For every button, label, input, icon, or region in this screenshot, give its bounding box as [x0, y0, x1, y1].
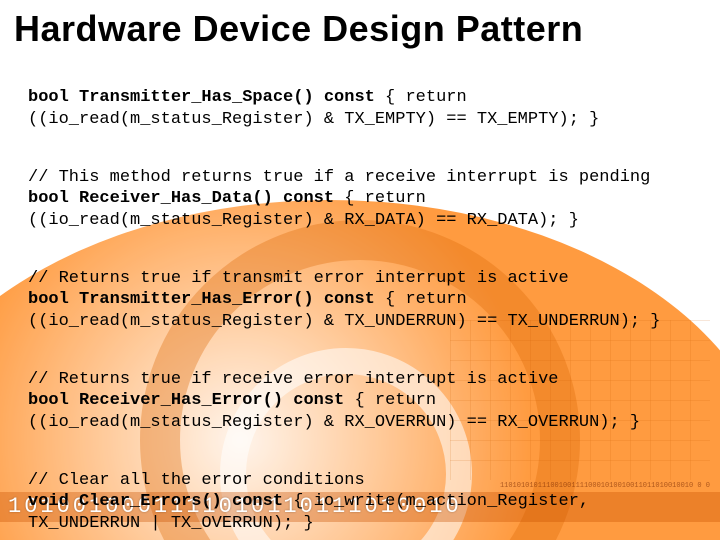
- slide: Hardware Device Design Pattern bool Tran…: [0, 0, 720, 540]
- code-sig: bool Transmitter_Has_Error() const: [28, 290, 375, 309]
- code-func-clear-errors: // Clear all the error conditions void C…: [28, 470, 692, 534]
- code-sig: void Clear_Errors() const: [28, 492, 283, 511]
- code-func-receiver-has-data: // This method returns true if a receive…: [28, 167, 692, 231]
- code-comment: // Returns true if transmit error interr…: [28, 269, 569, 288]
- code-comment: // Returns true if receive error interru…: [28, 370, 559, 389]
- code-block: bool Transmitter_Has_Space() const { ret…: [0, 52, 720, 540]
- code-sig: bool Receiver_Has_Data() const: [28, 189, 334, 208]
- code-func-transmitter-has-space: bool Transmitter_Has_Space() const { ret…: [28, 87, 692, 130]
- code-func-transmitter-has-error: // Returns true if transmit error interr…: [28, 268, 692, 332]
- code-comment: // This method returns true if a receive…: [28, 168, 650, 187]
- code-sig: bool Receiver_Has_Error() const: [28, 391, 344, 410]
- code-func-receiver-has-error: // Returns true if receive error interru…: [28, 369, 692, 433]
- slide-title: Hardware Device Design Pattern: [0, 0, 720, 52]
- code-comment: // Clear all the error conditions: [28, 471, 365, 490]
- code-sig: bool Transmitter_Has_Space() const: [28, 88, 375, 107]
